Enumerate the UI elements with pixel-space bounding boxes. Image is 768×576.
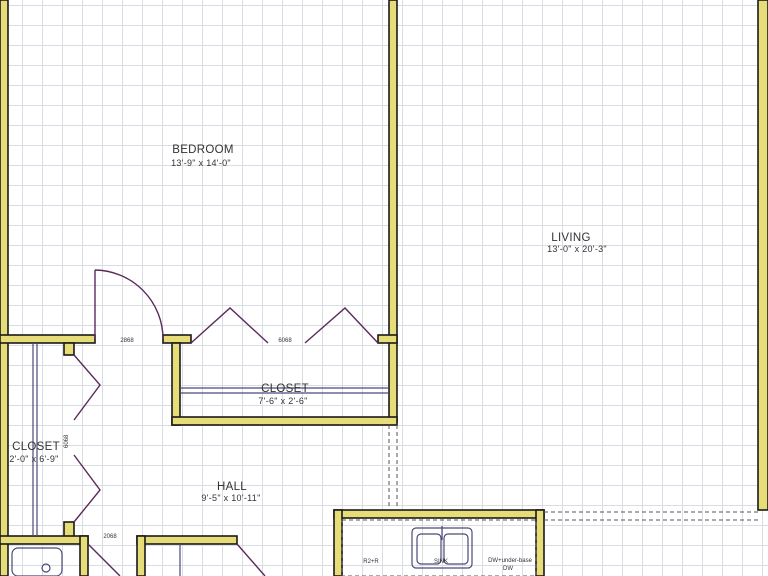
bedroom-label: BEDROOM [172, 144, 234, 156]
left-closet-label: CLOSET [12, 441, 60, 453]
floor-plan: BEDROOM 13'-9" x 14'-0" LIVING 13'-0" x … [0, 0, 768, 576]
bath-door-leaf-2 [236, 543, 266, 576]
closet-bifold-left [190, 307, 269, 344]
wall-right-exterior [757, 0, 768, 511]
wall-bath-left [136, 535, 146, 576]
wall-left-exterior [0, 0, 9, 576]
left-closet-bifold-bottom [73, 454, 101, 523]
wall-bedroom-bottom-mid [162, 334, 192, 344]
wall-kitchen-top [333, 509, 545, 519]
wall-kitchen-right [535, 509, 545, 576]
wall-left-closet-divider [63, 342, 75, 356]
closet-bifold-right [304, 307, 379, 344]
bath-drain [41, 563, 51, 573]
wall-closet-left [171, 342, 181, 426]
left-closet-bifold-tag: 6068 [64, 434, 70, 448]
wall-hall-stub [79, 535, 89, 576]
bedroom-door-arc [94, 269, 164, 340]
sink-tag: SINK [433, 559, 449, 565]
wall-bath-top [136, 535, 238, 545]
hall-dimensions: 9'-5" x 10'-11" [201, 493, 261, 503]
wall-kitchen-left [333, 509, 343, 576]
wall-hall-bottom-left [0, 535, 89, 545]
bath-door-leaf [87, 543, 121, 576]
left-closet-dimensions: 2'-0" x 6'-9" [9, 454, 59, 464]
dishwasher-tag-2: DW [503, 566, 513, 572]
wall-bedroom-bottom-left [0, 334, 96, 344]
wall-bedroom-bottom-right [377, 334, 398, 344]
wall-closet-bottom [171, 416, 398, 426]
floor-plan-drawing [0, 0, 768, 576]
left-closet-bifold-top [73, 354, 101, 421]
closet-bifold-tag: 6068 [278, 338, 292, 344]
closet-dimensions: 7'-6" x 2'-6" [258, 396, 308, 406]
range-tag: R2+R [363, 559, 379, 565]
living-dimensions: 13'-0" x 20'-3" [547, 244, 607, 254]
closet-label: CLOSET [261, 383, 309, 395]
bedroom-door-tag: 2868 [120, 338, 134, 344]
dishwasher-tag: DW+under-base [488, 558, 532, 564]
wall-bedroom-living [388, 0, 398, 423]
bedroom-dimensions: 13'-9" x 14'-0" [171, 158, 231, 168]
bath-door-tag: 2068 [103, 534, 117, 540]
bath-fixture [11, 547, 63, 576]
